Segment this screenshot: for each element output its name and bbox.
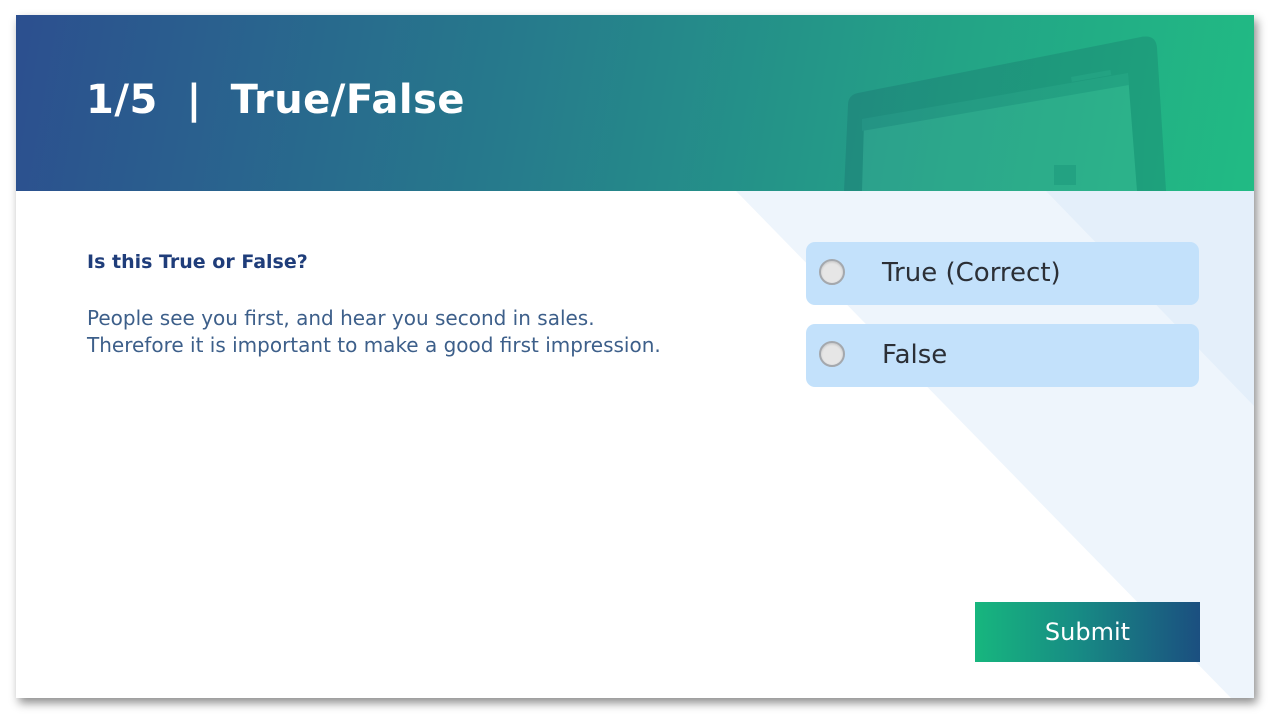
page-title: 1/5 | True/False — [86, 77, 466, 123]
question-text: People see you first, and hear you secon… — [87, 306, 661, 357]
answer-option-false[interactable]: False — [806, 324, 1199, 387]
submit-button[interactable]: Submit — [975, 602, 1200, 662]
radio-button-icon[interactable] — [819, 259, 845, 285]
radio-button-icon[interactable] — [819, 341, 845, 367]
answer-option-true[interactable]: True (Correct) — [806, 242, 1199, 305]
quiz-slide: 1/5 | True/False Is this True or False? … — [16, 15, 1254, 698]
answer-option-label: False — [882, 340, 948, 370]
answer-option-label: True (Correct) — [882, 258, 1061, 288]
question-heading: Is this True or False? — [87, 251, 308, 273]
header-banner: 1/5 | True/False — [16, 15, 1254, 191]
